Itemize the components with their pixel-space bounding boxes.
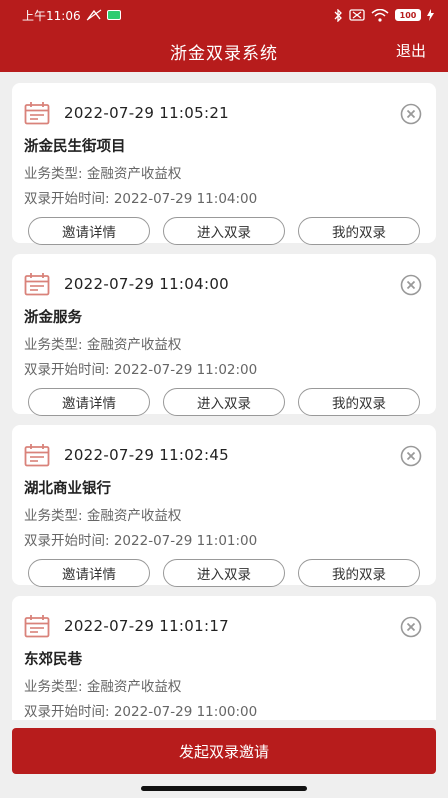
close-circle-icon[interactable] <box>400 103 422 125</box>
notification-icon <box>86 9 101 21</box>
card-actions: 邀请详情 进入双录 我的双录 <box>28 559 420 587</box>
business-type-line: 业务类型: 金融资产收益权 <box>24 675 181 695</box>
card-header: 2022-07-29 11:04:00 <box>24 272 424 296</box>
card-header: 2022-07-29 11:05:21 <box>24 101 424 125</box>
status-right: 100 <box>333 8 434 22</box>
close-circle-icon[interactable] <box>400 445 422 467</box>
card-actions: 邀请详情 进入双录 我的双录 <box>28 388 420 416</box>
calendar-icon <box>24 615 50 638</box>
business-type-value: 金融资产收益权 <box>86 679 182 695</box>
my-recordings-button[interactable]: 我的双录 <box>298 217 420 245</box>
business-type-label: 业务类型: <box>24 679 87 695</box>
invite-details-button[interactable]: 邀请详情 <box>28 388 150 416</box>
project-name: 湖北商业银行 <box>24 481 111 497</box>
card-header: 2022-07-29 11:01:17 <box>24 614 424 638</box>
start-time-value: 2022-07-29 11:04:00 <box>113 191 258 207</box>
invitation-card[interactable]: 2022-07-29 11:01:17 东郊民巷 业务类型: 金融资产收益权 双… <box>12 596 436 720</box>
calendar-icon <box>24 273 50 296</box>
calendar-icon <box>24 102 50 125</box>
card-header: 2022-07-29 11:02:45 <box>24 443 424 467</box>
start-invitation-button[interactable]: 发起双录邀请 <box>12 728 436 774</box>
card-created-time: 2022-07-29 11:01:17 <box>64 617 230 635</box>
card-created-time: 2022-07-29 11:05:21 <box>64 104 230 122</box>
my-recordings-button[interactable]: 我的双录 <box>298 559 420 587</box>
enter-recording-button[interactable]: 进入双录 <box>163 388 285 416</box>
wifi-icon <box>371 8 389 22</box>
calendar-icon <box>24 444 50 467</box>
page-title: 浙金双录系统 <box>170 43 278 64</box>
app-badge-icon <box>106 10 121 20</box>
start-time-label: 双录开始时间: <box>24 704 114 720</box>
my-recordings-button[interactable]: 我的双录 <box>298 388 420 416</box>
nav-bar: 浙金双录系统 退出 <box>0 30 448 72</box>
project-name: 浙金民生街项目 <box>24 139 126 155</box>
start-time-line: 双录开始时间: 2022-07-29 11:00:00 <box>24 700 257 720</box>
start-time-label: 双录开始时间: <box>24 362 114 378</box>
start-time-line: 双录开始时间: 2022-07-29 11:01:00 <box>24 529 257 549</box>
exit-button[interactable]: 退出 <box>396 40 426 61</box>
battery-icon: 100 <box>395 9 421 21</box>
card-actions: 邀请详情 进入双录 我的双录 <box>28 217 420 245</box>
start-time-value: 2022-07-29 11:02:00 <box>113 362 258 378</box>
invitation-list[interactable]: 2022-07-29 11:05:21 浙金民生街项目 业务类型: 金融资产收益… <box>0 72 448 720</box>
business-type-line: 业务类型: 金融资产收益权 <box>24 162 181 182</box>
business-type-value: 金融资产收益权 <box>86 166 182 182</box>
start-time-line: 双录开始时间: 2022-07-29 11:04:00 <box>24 187 257 207</box>
business-type-value: 金融资产收益权 <box>86 337 182 353</box>
business-type-label: 业务类型: <box>24 337 87 353</box>
start-time-label: 双录开始时间: <box>24 533 114 549</box>
close-circle-icon[interactable] <box>400 616 422 638</box>
status-time: 上午11:06 <box>22 8 81 23</box>
project-name: 东郊民巷 <box>24 652 82 668</box>
invitation-card[interactable]: 2022-07-29 11:04:00 浙金服务 业务类型: 金融资产收益权 双… <box>12 254 436 416</box>
business-type-label: 业务类型: <box>24 166 87 182</box>
status-left: 上午11:06 <box>22 7 121 24</box>
business-type-line: 业务类型: 金融资产收益权 <box>24 504 181 524</box>
business-type-value: 金融资产收益权 <box>86 508 182 524</box>
bluetooth-icon <box>334 8 342 22</box>
footer: 发起双录邀请 <box>0 720 448 798</box>
card-created-time: 2022-07-29 11:04:00 <box>64 275 230 293</box>
sim-off-icon <box>349 9 365 21</box>
invite-details-button[interactable]: 邀请详情 <box>28 217 150 245</box>
charging-icon <box>427 9 434 21</box>
start-time-value: 2022-07-29 11:01:00 <box>113 533 258 549</box>
invitation-card[interactable]: 2022-07-29 11:02:45 湖北商业银行 业务类型: 金融资产收益权… <box>12 425 436 587</box>
project-name: 浙金服务 <box>24 310 82 326</box>
invite-details-button[interactable]: 邀请详情 <box>28 559 150 587</box>
enter-recording-button[interactable]: 进入双录 <box>163 559 285 587</box>
business-type-line: 业务类型: 金融资产收益权 <box>24 333 181 353</box>
app-header: 上午11:06 100 浙金双录系统 退出 <box>0 0 448 72</box>
close-circle-icon[interactable] <box>400 274 422 296</box>
invitation-card[interactable]: 2022-07-29 11:05:21 浙金民生街项目 业务类型: 金融资产收益… <box>12 83 436 245</box>
start-time-line: 双录开始时间: 2022-07-29 11:02:00 <box>24 358 257 378</box>
home-indicator <box>141 786 307 791</box>
start-time-label: 双录开始时间: <box>24 191 114 207</box>
start-time-value: 2022-07-29 11:00:00 <box>113 704 258 720</box>
enter-recording-button[interactable]: 进入双录 <box>163 217 285 245</box>
business-type-label: 业务类型: <box>24 508 87 524</box>
card-created-time: 2022-07-29 11:02:45 <box>64 446 230 464</box>
status-bar: 上午11:06 100 <box>0 0 448 30</box>
